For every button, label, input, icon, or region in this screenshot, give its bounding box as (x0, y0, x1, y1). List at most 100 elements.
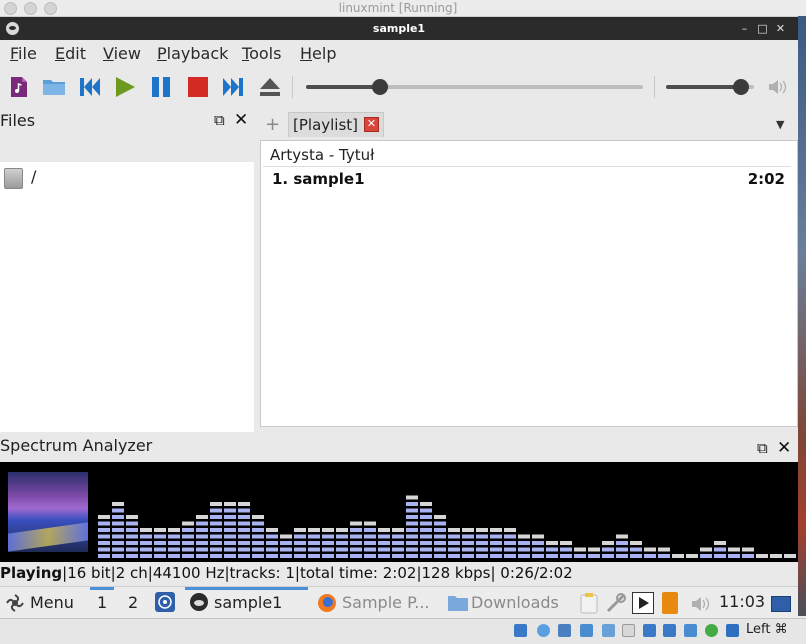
close-tab-icon[interactable]: ✕ (364, 117, 380, 132)
playlist-row[interactable]: 1. sample1 2:02 (261, 169, 797, 191)
undock-icon[interactable]: ⧉ (214, 111, 225, 129)
spectrum-bar-segment (98, 534, 110, 539)
menu-tools[interactable]: Tools (242, 44, 281, 63)
stop-icon[interactable] (186, 75, 210, 99)
spectrum-bar-segment (112, 521, 124, 526)
menu-button[interactable]: Menu (30, 593, 74, 612)
tab-playlist[interactable]: [Playlist] ✕ (288, 112, 385, 137)
shared-folder-icon[interactable] (622, 624, 635, 637)
task-downloads[interactable]: Downloads (471, 593, 559, 612)
close-panel-icon[interactable]: ✕ (777, 438, 791, 458)
clock[interactable]: 11:03 (719, 592, 765, 611)
playlist-column-header[interactable]: Artysta - Tytuł (263, 143, 791, 167)
spectrum-bar-segment (182, 528, 194, 532)
spectrum-bar-segment (602, 547, 614, 552)
optical-drive-icon[interactable] (537, 624, 550, 637)
playlist-row-title: 1. sample1 (272, 170, 365, 188)
workspace-1[interactable]: 1 (97, 593, 107, 612)
show-desktop-icon[interactable] (771, 596, 791, 612)
spectrum-bar-segment (546, 554, 558, 558)
eject-icon[interactable] (258, 75, 282, 99)
clipboard-tray-icon[interactable] (578, 592, 600, 614)
tab-menu-chevron-icon[interactable]: ▼ (776, 118, 784, 131)
menu-edit[interactable]: Edit (55, 44, 86, 63)
menu-playback[interactable]: Playback (157, 44, 228, 63)
seek-slider[interactable] (306, 79, 643, 95)
menu-file[interactable]: File (10, 44, 37, 63)
usb-icon[interactable] (602, 624, 615, 637)
audio-icon[interactable] (558, 624, 571, 637)
spectrum-bar-segment (364, 541, 376, 545)
spectrum-bar-segment (448, 547, 460, 552)
notes-tray-icon[interactable] (662, 592, 678, 614)
spectrum-bar-segment (224, 515, 236, 519)
cpu-icon[interactable] (705, 624, 718, 637)
add-tab-icon[interactable]: + (265, 114, 280, 135)
media-play-tray-icon[interactable] (632, 592, 654, 614)
previous-icon[interactable] (78, 75, 102, 99)
volume-slider-handle[interactable] (732, 79, 749, 95)
pause-icon[interactable] (149, 75, 173, 99)
open-file-icon[interactable] (7, 75, 31, 99)
spectrum-bar-segment (504, 528, 516, 532)
next-icon[interactable] (221, 75, 245, 99)
undock-icon[interactable]: ⧉ (757, 439, 768, 457)
spectrum-bar-segment (490, 541, 502, 545)
workspace-2[interactable]: 2 (128, 593, 138, 612)
seek-slider-handle[interactable] (372, 79, 389, 95)
menu-tools-rest: ools (249, 44, 282, 63)
panel-launcher-icon[interactable] (155, 592, 175, 612)
spectrum-bar-segment (658, 547, 670, 552)
speaker-icon[interactable] (767, 78, 789, 96)
task-firefox[interactable]: Sample P... (342, 593, 430, 612)
spectrum-bar-segment (672, 554, 684, 558)
virtualization-icon[interactable] (684, 624, 697, 637)
display-icon[interactable] (643, 624, 656, 637)
files-tree-item[interactable]: / (0, 164, 254, 189)
hard-disk-icon[interactable] (514, 624, 527, 637)
spectrum-bar-segment (616, 541, 628, 545)
spectrum-bar-segment (686, 554, 698, 558)
volume-slider[interactable] (666, 79, 754, 95)
spectrum-bar-segment (140, 534, 152, 539)
spectrum-bar-segment (196, 521, 208, 526)
window-title-bar: sample1 – □ ✕ (0, 17, 798, 40)
network-icon[interactable] (580, 624, 593, 637)
maximize-button[interactable]: □ (754, 20, 771, 37)
spectrum-bar-segment (238, 554, 250, 558)
close-panel-icon[interactable]: ✕ (234, 110, 248, 130)
spectrum-bar-segment (154, 547, 166, 552)
spectrum-bar-segment (588, 554, 600, 558)
close-button[interactable]: ✕ (772, 20, 789, 37)
menu-file-accel: F (10, 44, 19, 63)
spectrum-bar-segment (224, 547, 236, 552)
spectrum-bar-segment (238, 508, 250, 513)
open-folder-icon[interactable] (42, 75, 66, 99)
menu-help-accel: H (300, 44, 313, 63)
minimize-button[interactable]: – (736, 20, 753, 37)
spectrum-bar-segment (252, 515, 264, 519)
spectrum-bar-segment (336, 528, 348, 532)
mint-menu-icon[interactable] (6, 594, 24, 612)
spectrum-bar-segment (518, 534, 530, 539)
playlist-list[interactable]: Artysta - Tytuł 1. sample1 2:02 (260, 140, 798, 427)
task-sample1[interactable]: sample1 (214, 593, 282, 612)
play-icon[interactable] (113, 75, 137, 99)
mouse-integration-icon[interactable] (726, 624, 739, 637)
spectrum-bar-segment (294, 534, 306, 539)
spectrum-bar-segment (434, 547, 446, 552)
spectrum-bar-segment (252, 541, 264, 545)
recording-icon[interactable] (663, 624, 676, 637)
spectrum-bar-segment (350, 554, 362, 558)
network-tray-icon[interactable] (605, 592, 627, 614)
spectrum-bar-segment (364, 528, 376, 532)
host-key-label: Left ⌘ (746, 622, 788, 637)
menu-help[interactable]: Help (300, 44, 336, 63)
spectrum-bar-segment (210, 528, 222, 532)
spectrum-bar-segment (238, 534, 250, 539)
spectrum-bar-segment (196, 528, 208, 532)
spectrum-bar-segment (742, 554, 754, 558)
files-tree[interactable]: / (0, 162, 254, 432)
volume-tray-icon[interactable] (690, 595, 712, 613)
menu-view[interactable]: View (103, 44, 141, 63)
